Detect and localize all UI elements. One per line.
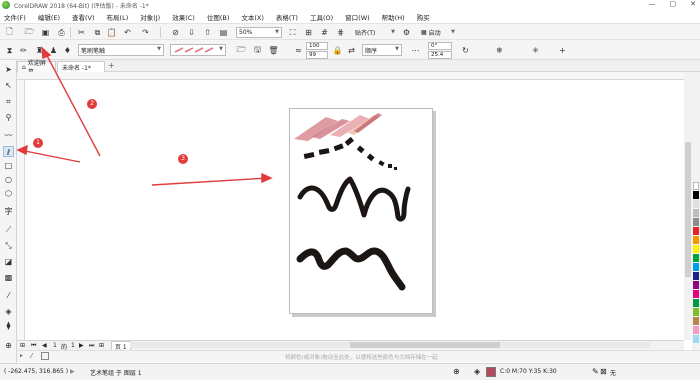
cursor-coordinates: ( -262.475, 316.865 ) [4, 368, 69, 375]
palette-swatch[interactable] [693, 209, 699, 217]
palette-swatch[interactable] [693, 245, 699, 253]
horizontal-scrollbar[interactable] [130, 342, 650, 348]
palette-swatch[interactable] [693, 227, 699, 235]
horizontal-scroll-thumb[interactable] [350, 342, 500, 348]
fill-color-swatch[interactable] [486, 367, 496, 377]
no-outline-icon: ⊠ [600, 367, 607, 376]
current-page-number: 1 [53, 342, 57, 349]
outline-pen-icon[interactable]: ✎ [592, 367, 599, 376]
play-icon[interactable]: ▶ [70, 368, 75, 375]
palette-swatch[interactable] [693, 191, 699, 199]
annotation-badge-1: 1 [33, 138, 43, 148]
palette-swatch[interactable] [693, 335, 699, 343]
add-page-end-icon[interactable]: ⊞ [99, 342, 104, 349]
add-page-icon[interactable]: ⊞ [20, 342, 25, 349]
palette-arrow-icon[interactable]: ▸ [20, 353, 23, 359]
eyedropper-icon[interactable]: ⁄ [31, 352, 32, 360]
palette-swatch[interactable] [693, 299, 699, 307]
previous-page-icon[interactable]: ◀ [42, 342, 47, 349]
no-color-swatch[interactable] [41, 352, 49, 360]
document-palette-hint: 将颜色(或对象)拖动至此处，以便将这些颜色与文档存储在一起 [285, 355, 438, 361]
palette-swatch[interactable] [693, 254, 699, 262]
palette-swatch[interactable] [693, 326, 699, 334]
vertical-scrollbar[interactable] [684, 72, 692, 340]
palette-swatch[interactable] [693, 290, 699, 298]
total-pages: 1 [71, 342, 75, 349]
palette-swatch[interactable] [693, 200, 699, 208]
palette-swatch[interactable] [693, 236, 699, 244]
pointer-icon: ⊕ [453, 367, 460, 376]
vertical-scroll-thumb[interactable] [685, 142, 691, 277]
fill-color-readout: C:0 M:70 Y:35 K:30 [500, 368, 557, 375]
first-page-icon[interactable]: ⏮ [31, 342, 36, 350]
annotation-badge-3: 3 [178, 154, 188, 164]
annotation-badge-2: 2 [87, 99, 97, 109]
palette-swatch[interactable] [693, 317, 699, 325]
next-page-icon[interactable]: ▶ [79, 342, 84, 349]
palette-swatch[interactable] [693, 272, 699, 280]
palette-swatch[interactable] [693, 308, 699, 316]
palette-swatch[interactable] [693, 182, 699, 190]
palette-swatch[interactable] [693, 263, 699, 271]
annotation-overlay [16, 46, 273, 186]
document-palette: ▸ ⁄ 将颜色(或对象)拖动至此处，以便将这些颜色与文档存储在一起 [17, 350, 700, 362]
color-palette [692, 72, 700, 362]
last-page-icon[interactable]: ⏭ [89, 342, 94, 350]
status-bar: ( -262.475, 316.865 ) ▶ 艺术笔组 于 图层 1 ⊕ ◈ … [0, 363, 700, 380]
palette-swatch[interactable] [693, 281, 699, 289]
fill-bucket-icon[interactable]: ◈ [474, 367, 480, 376]
outline-value: 无 [610, 370, 617, 377]
selection-info: 艺术笔组 于 图层 1 [90, 370, 142, 377]
palette-swatch[interactable] [693, 218, 699, 226]
